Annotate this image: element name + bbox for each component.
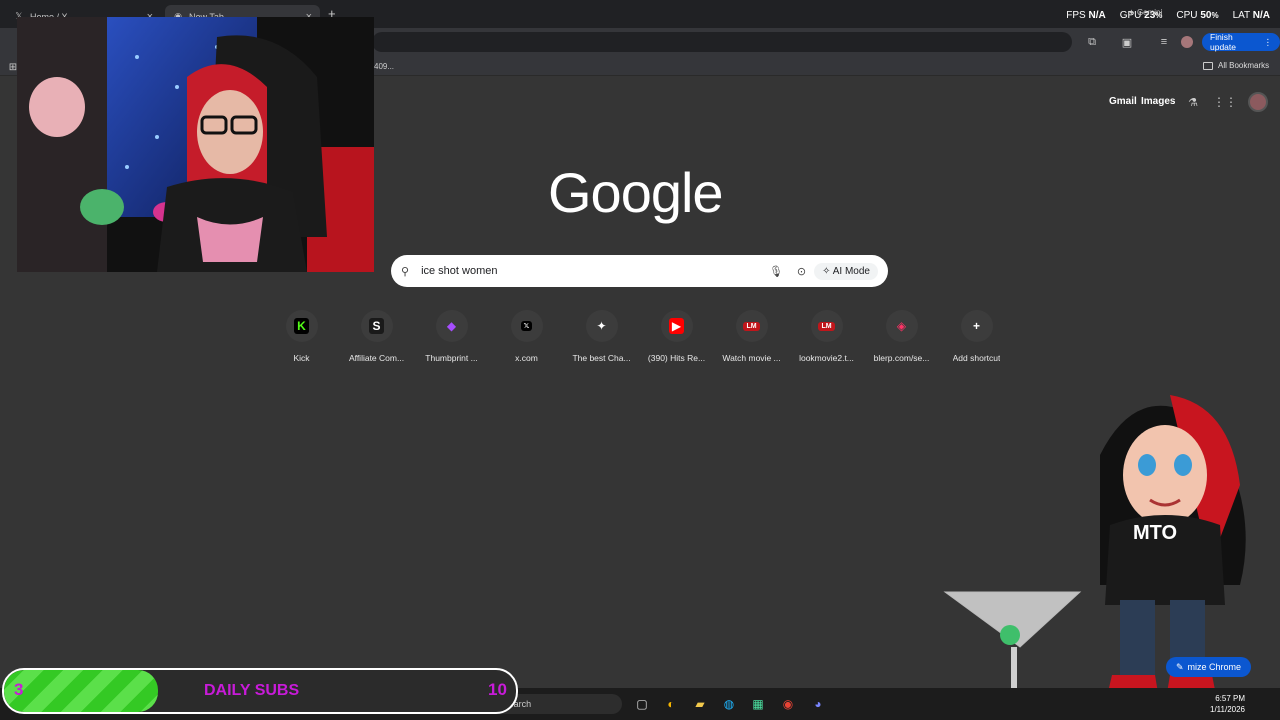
discord-icon[interactable]: ◕ (808, 694, 828, 714)
clock-date: 1/11/2026 (1210, 705, 1245, 714)
shortcut-label: Watch movie ... (722, 353, 781, 363)
subs-goal-count: 10 (488, 680, 507, 699)
file-explorer-icon[interactable]: ▰ (690, 694, 710, 714)
google-logo: Google (548, 161, 724, 224)
finish-update-button[interactable]: Finish update ⋮ (1202, 32, 1280, 52)
shortcut-label: x.com (515, 353, 538, 363)
shortcut-tile[interactable]: S Affiliate Com... (339, 310, 414, 363)
task-view-icon[interactable]: ▢ (632, 694, 652, 714)
shortcut-glyph: S (369, 318, 384, 334)
fps-stat: FPS N/A (1066, 10, 1106, 21)
shortcut-icon: LM (810, 310, 843, 342)
shortcut-icon: + (960, 310, 993, 342)
gmail-link[interactable]: Gmail (1109, 96, 1137, 107)
shortcut-glyph: ◆ (443, 318, 460, 334)
shortcut-tile[interactable]: ▶ (390) Hits Re... (639, 310, 714, 363)
cast-icon[interactable]: ▣ (1120, 35, 1134, 49)
microphone-icon[interactable]: 🎙 (769, 265, 783, 278)
performance-overlay: FPS N/A GPU 23% CPU 50% LAT N/A (1066, 10, 1270, 21)
customize-chrome-button[interactable]: ✎ mize Chrome (1166, 657, 1252, 677)
gemini-label: Gemini (1136, 8, 1163, 17)
shortcut-icon: K (285, 310, 318, 342)
bookmark-item[interactable]: 409... (374, 62, 394, 71)
shortcut-glyph: K (294, 318, 309, 334)
profile-avatar[interactable] (1181, 36, 1193, 48)
shortcut-icon: LM (735, 310, 768, 342)
shortcut-tile[interactable]: 𝕏x.com (489, 310, 564, 363)
shortcut-tile[interactable]: K Kick (264, 310, 339, 363)
ai-mode-label: AI Mode (832, 265, 870, 277)
chrome-taskbar-icon[interactable]: ◉ (778, 694, 798, 714)
cpu-stat: CPU 50% (1176, 10, 1219, 21)
gemini-button[interactable]: ✦ Gemini (1128, 8, 1162, 17)
subs-title: DAILY SUBS (204, 682, 300, 699)
lat-stat: LAT N/A (1232, 10, 1270, 21)
shortcut-glyph: ✦ (593, 318, 610, 334)
folder-icon (1203, 61, 1213, 70)
finish-update-label: Finish update (1210, 32, 1236, 52)
shortcut-tile[interactable]: ✦ The best Cha... (564, 310, 639, 363)
daily-subs-bar: 3 DAILY SUBS 10 (2, 668, 518, 714)
pencil-icon: ✎ (1176, 661, 1184, 672)
webcam-feed (17, 17, 374, 272)
subs-current-count: 3 (14, 680, 24, 699)
shortcut-label: lookmovie2.t... (799, 353, 854, 363)
store-icon[interactable]: ▦ (748, 694, 768, 714)
customize-chrome-label: mize Chrome (1187, 662, 1242, 672)
ai-mode-button[interactable]: ✧ AI Mode (814, 262, 878, 280)
all-bookmarks-label: All Bookmarks (1218, 61, 1270, 70)
edge-icon[interactable]: ◍ (719, 694, 739, 714)
shortcut-glyph: LM (743, 321, 760, 331)
copilot-icon[interactable]: ◐ (661, 694, 681, 714)
mascot-shirt-text: MTO (1133, 522, 1178, 544)
extensions-icon[interactable]: ⧉ (1085, 35, 1099, 49)
shortcut-icon: ✦ (585, 310, 618, 342)
search-input[interactable]: ice shot women (421, 265, 769, 277)
shortcut-label: Affiliate Com... (348, 353, 405, 363)
shortcut-label: Kick (293, 353, 310, 363)
shortcut-tiles: K Kick S Affiliate Com... ◆ Thumbprint ... 𝕏x.… (264, 310, 1014, 363)
shortcut-tile[interactable]: + Add shortcut (939, 310, 1014, 363)
google-apps-icon[interactable]: ⋮⋮ (1213, 95, 1237, 109)
shortcut-glyph: 𝕏 (520, 321, 533, 331)
images-link[interactable]: Images (1141, 96, 1175, 107)
shortcut-icon: 𝕏 (510, 310, 543, 342)
shortcut-glyph: ▶ (668, 318, 685, 334)
address-bar[interactable] (372, 32, 1072, 52)
more-vert-icon: ⋮ (1263, 36, 1273, 47)
shortcut-label: Add shortcut (952, 353, 1001, 363)
webcam-image (17, 17, 374, 272)
search-box[interactable]: ⚲ ice shot women 🎙 ⊙ ✧ AI Mode (391, 255, 888, 287)
search-icon: ⚲ (401, 265, 410, 278)
shortcut-icon: S (360, 310, 393, 342)
shortcut-label: The best Cha... (572, 353, 631, 363)
shortcut-tile[interactable]: LM Watch movie ... (714, 310, 789, 363)
taskbar-clock[interactable]: 6:57 PM 1/11/2026 (1210, 693, 1245, 715)
all-bookmarks-button[interactable]: All Bookmarks (1203, 61, 1269, 70)
shortcut-label: (390) Hits Re... (647, 353, 706, 363)
clock-time: 6:57 PM (1215, 694, 1245, 703)
shortcut-icon: ◈ (885, 310, 918, 342)
shortcut-tile[interactable]: LM lookmovie2.t... (789, 310, 864, 363)
shortcut-glyph: ◈ (893, 318, 910, 334)
shortcut-icon: ▶ (660, 310, 693, 342)
shortcut-label: blerp.com/se... (873, 353, 930, 363)
shortcut-tile[interactable]: ◈ blerp.com/se... (864, 310, 939, 363)
shortcut-tile[interactable]: ◆ Thumbprint ... (414, 310, 489, 363)
subs-progress-fill (4, 670, 158, 712)
account-avatar[interactable] (1248, 92, 1268, 112)
shortcut-label: Thumbprint ... (425, 353, 478, 363)
shortcut-glyph: LM (818, 321, 835, 331)
reading-list-icon[interactable]: ≡ (1157, 35, 1171, 49)
labs-flask-icon[interactable]: ⚗ (1186, 95, 1200, 109)
shortcut-icon: ◆ (435, 310, 468, 342)
lens-icon[interactable]: ⊙ (797, 265, 806, 278)
shortcut-glyph: + (969, 318, 983, 334)
